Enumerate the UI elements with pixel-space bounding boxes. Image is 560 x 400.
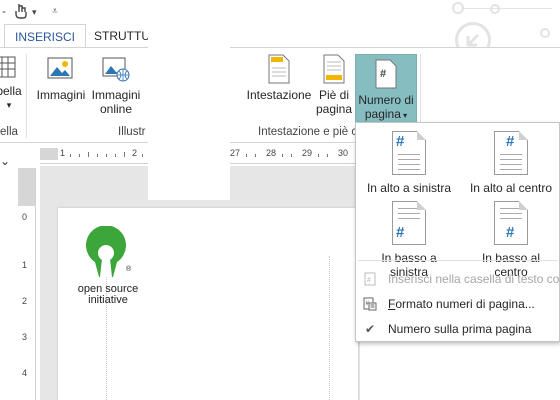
menu-separator: [358, 260, 558, 261]
ruler-tick: [142, 154, 143, 157]
cropped-area: [230, 24, 244, 46]
ruler-number: 2: [22, 296, 28, 306]
logo-slot: [100, 259, 112, 277]
page-bottom-center-icon: #: [494, 201, 528, 245]
tab-inserisci[interactable]: INSERISCI: [4, 24, 87, 48]
ruler-tick: [79, 154, 80, 157]
header-button[interactable]: Intestazione: [244, 54, 314, 102]
logo-hole: [98, 245, 114, 261]
menu-format-page-numbers[interactable]: # Formato numeri di pagina...: [356, 293, 559, 315]
gallery-label: In alto al centro: [469, 181, 553, 195]
ruler-number: 2: [132, 148, 138, 158]
format-numbers-icon: #: [363, 293, 377, 315]
separator-dash-icon: -: [2, 4, 6, 18]
ruler-tick: [106, 154, 107, 157]
open-source-logo: ® open source initiative: [72, 226, 144, 316]
menu-first-page-number[interactable]: ✔ Numero sulla prima pagina: [356, 318, 559, 340]
navigation-arrow-icon[interactable]: ⌄: [0, 154, 10, 168]
ruler-number: 28: [266, 148, 277, 158]
group-divider: [26, 54, 27, 138]
ruler-tick: [70, 154, 71, 157]
svg-text:#: #: [367, 277, 371, 284]
text-box-icon: #: [363, 268, 377, 290]
ruler-number: 27: [230, 148, 241, 158]
gallery-top-left[interactable]: # In alto a sinistra: [362, 131, 456, 195]
header-footer-group-label: Intestazione e piè c: [258, 126, 358, 138]
quick-access-toolbar: - ▾ ⩡: [0, 0, 560, 58]
ruler-tick: [97, 154, 98, 157]
online-images-button[interactable]: Immagini online: [88, 54, 144, 116]
menu-insert-textbox[interactable]: # Inserisci nella casella di testo corr: [356, 268, 559, 290]
table-label: bella: [0, 84, 22, 98]
chevron-down-icon: ▾: [6, 100, 12, 110]
table-button[interactable]: bella ▾: [0, 54, 24, 112]
ribbon-tabs: INSERISCI STRUTTUR: [0, 24, 560, 48]
gallery-label: In alto a sinistra: [366, 181, 452, 195]
page-number-label-2: pagina ▾: [364, 107, 408, 121]
cropped-area: [148, 24, 230, 200]
table-icon: [0, 54, 16, 80]
vertical-ruler: 1 0 1 2 3 4: [18, 168, 36, 400]
customize-qat-icon[interactable]: ⩡: [52, 6, 58, 17]
ruler-number: 0: [22, 212, 28, 222]
picture-icon: [46, 54, 76, 84]
online-images-label-2: online: [99, 102, 133, 116]
checkmark-icon: ✔: [364, 322, 376, 336]
online-images-label-1: Immagini: [91, 88, 141, 102]
registered-mark: ®: [126, 266, 132, 273]
ruler-number: 30: [338, 148, 349, 158]
decor-line: [462, 8, 552, 9]
ruler-tick: [255, 154, 256, 157]
header-page-icon: [267, 54, 291, 84]
ruler-margin-shade: [18, 168, 35, 206]
ruler-tick: [291, 154, 292, 157]
menu-item-label: Formato numeri di pagina...: [388, 297, 535, 311]
page-number-dropdown: # In alto a sinistra # In alto al centro…: [355, 122, 560, 342]
footer-button[interactable]: Piè di pagina: [314, 54, 354, 116]
page-top-left-icon: #: [392, 131, 426, 175]
ruler-number: 4: [22, 368, 28, 378]
ruler-tick: [282, 154, 283, 157]
footer-label-2: pagina: [315, 102, 353, 116]
page-number-icon: #: [374, 59, 398, 89]
illustrations-group-label: Illustr: [118, 126, 146, 138]
ruler-tick: [246, 154, 247, 157]
online-picture-icon: [101, 54, 131, 84]
keyhole-logo-icon: [86, 226, 126, 277]
page-bottom-left-icon: #: [392, 201, 426, 245]
menu-item-label: Numero sulla prima pagina: [388, 322, 532, 336]
decor-circle: [490, 4, 500, 14]
gallery-top-center[interactable]: # In alto al centro: [464, 131, 558, 195]
ruler-tick: [318, 154, 319, 157]
ruler-number: 3: [22, 332, 28, 342]
ruler-tick: [124, 152, 125, 157]
ruler-margin-shade: [40, 148, 58, 160]
ruler-number: 29: [302, 148, 313, 158]
footer-page-icon: [322, 54, 346, 84]
tables-group-label: ella: [0, 126, 18, 138]
ruler-number: 1: [60, 148, 66, 158]
footer-label-1: Piè di: [318, 88, 350, 102]
images-button[interactable]: Immagini: [34, 54, 88, 102]
logo-text-2: initiative: [88, 294, 128, 306]
header-label: Intestazione: [246, 88, 312, 102]
page-number-label-1: Numero di: [358, 93, 414, 107]
hand-touch-icon[interactable]: [14, 3, 28, 22]
images-label: Immagini: [36, 88, 86, 102]
svg-text:#: #: [380, 68, 386, 80]
page-top-center-icon: #: [494, 131, 528, 175]
touch-dropdown-arrow-icon[interactable]: ▾: [32, 7, 37, 18]
menu-item-label: Inserisci nella casella di testo corr: [388, 272, 559, 286]
ruler-tick: [115, 154, 116, 157]
ruler-number: 1: [22, 260, 28, 270]
ruler-tick: [88, 152, 89, 157]
page-number-button[interactable]: # Numero di pagina ▾: [355, 54, 417, 124]
ruler-tick: [327, 154, 328, 157]
